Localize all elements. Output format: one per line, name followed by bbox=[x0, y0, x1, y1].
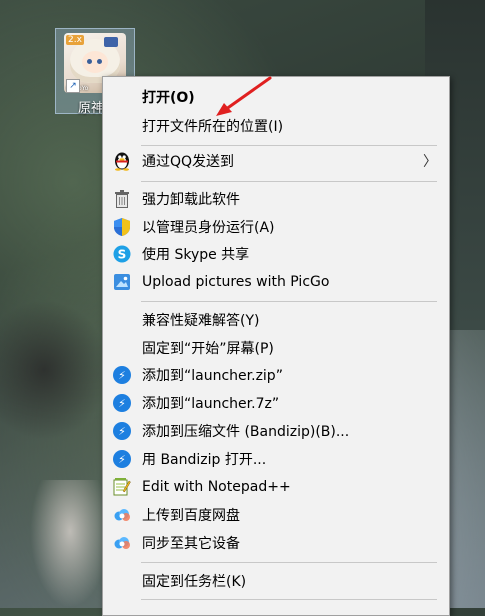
menu-item-label: 固定到“开始”屏幕(P) bbox=[142, 341, 274, 357]
menu-item-edit-notepadpp[interactable]: Edit with Notepad++ bbox=[103, 474, 449, 500]
menu-item-label: 固定到任务栏(K) bbox=[142, 574, 247, 590]
menu-item-label: 同步至其它设备 bbox=[142, 536, 240, 552]
baidu-netdisk-icon bbox=[112, 533, 132, 553]
desktop-icon-label: 原神 bbox=[78, 101, 105, 116]
svg-text:S: S bbox=[118, 248, 127, 262]
menu-item-force-uninstall[interactable]: 强力卸载此软件 bbox=[103, 186, 449, 212]
menu-separator bbox=[141, 145, 437, 146]
qq-penguin-icon bbox=[112, 151, 132, 171]
baidu-netdisk-icon bbox=[112, 505, 132, 525]
background-figure bbox=[30, 480, 110, 608]
submenu-chevron-icon: 〉 bbox=[423, 154, 437, 170]
menu-item-sync-other-devices[interactable]: 同步至其它设备 bbox=[103, 530, 449, 556]
menu-item-label: 通过QQ发送到 bbox=[142, 154, 235, 170]
bandizip-icon: ⚡ bbox=[112, 393, 132, 413]
bandizip-icon: ⚡ bbox=[112, 421, 132, 441]
menu-item-pin-to-taskbar[interactable]: 固定到任务栏(K) bbox=[103, 568, 449, 594]
menu-separator bbox=[141, 301, 437, 302]
background-lamp bbox=[0, 300, 110, 440]
annotation-arrow-icon bbox=[216, 76, 272, 116]
menu-item-label: 添加到“launcher.zip” bbox=[142, 368, 283, 384]
menu-item-label: 使用 Skype 共享 bbox=[142, 247, 250, 263]
context-menu: 打开(O) 打开文件所在的位置(I) 通过QQ发送到 〉 强力卸载此软件 以管理… bbox=[102, 76, 450, 616]
notepadpp-icon bbox=[112, 477, 132, 497]
picgo-icon bbox=[112, 272, 132, 292]
menu-separator bbox=[141, 599, 437, 600]
menu-item-send-via-qq[interactable]: 通过QQ发送到 〉 bbox=[103, 148, 449, 174]
menu-item-share-skype[interactable]: S 使用 Skype 共享 bbox=[103, 241, 449, 267]
menu-item-compat-troubleshoot[interactable]: 兼容性疑难解答(Y) bbox=[103, 307, 449, 333]
menu-item-run-as-admin[interactable]: 以管理员身份运行(A) bbox=[103, 214, 449, 240]
menu-item-label: Upload pictures with PicGo bbox=[142, 274, 330, 290]
bandizip-icon: ⚡ bbox=[112, 449, 132, 469]
menu-item-label: 用 Bandizip 打开... bbox=[142, 452, 267, 468]
uac-shield-icon bbox=[112, 217, 132, 237]
menu-item-add-to-archive-bandizip[interactable]: ⚡ 添加到压缩文件 (Bandizip)(B)... bbox=[103, 418, 449, 444]
menu-separator bbox=[141, 562, 437, 563]
bandizip-icon: ⚡ bbox=[112, 365, 132, 385]
menu-item-upload-baidu-netdisk[interactable]: 上传到百度网盘 bbox=[103, 502, 449, 528]
menu-item-add-to-zip[interactable]: ⚡ 添加到“launcher.zip” bbox=[103, 362, 449, 388]
trash-icon bbox=[112, 189, 132, 209]
menu-item-upload-picgo[interactable]: Upload pictures with PicGo bbox=[103, 269, 449, 295]
menu-item-label: 上传到百度网盘 bbox=[142, 508, 240, 524]
menu-separator bbox=[141, 181, 437, 182]
menu-item-label: Edit with Notepad++ bbox=[142, 479, 291, 495]
menu-item-label: 强力卸载此软件 bbox=[142, 192, 240, 208]
skype-icon: S bbox=[112, 244, 132, 264]
menu-item-label: 打开(O) bbox=[142, 90, 195, 106]
shortcut-arrow-icon: ↗ bbox=[66, 79, 80, 93]
menu-item-label: 以管理员身份运行(A) bbox=[142, 220, 275, 236]
menu-item-label: 添加到“launcher.7z” bbox=[142, 396, 280, 412]
version-badge: 2.x bbox=[66, 35, 84, 45]
menu-item-label: 添加到压缩文件 (Bandizip)(B)... bbox=[142, 424, 350, 440]
menu-item-open-with-bandizip[interactable]: ⚡ 用 Bandizip 打开... bbox=[103, 446, 449, 472]
menu-item-pin-to-start[interactable]: 固定到“开始”屏幕(P) bbox=[103, 335, 449, 361]
menu-item-add-to-7z[interactable]: ⚡ 添加到“launcher.7z” bbox=[103, 390, 449, 416]
menu-item-label: 兼容性疑难解答(Y) bbox=[142, 313, 260, 329]
